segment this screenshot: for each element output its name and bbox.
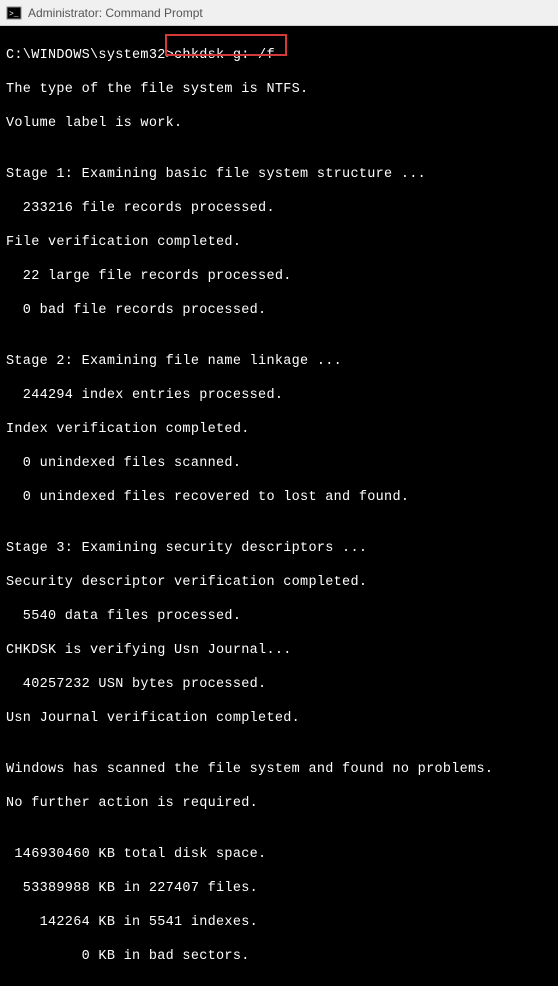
output-line: 244294 index entries processed. (6, 387, 552, 404)
output-line: 0 unindexed files scanned. (6, 455, 552, 472)
output-line: 0 unindexed files recovered to lost and … (6, 489, 552, 506)
output-line: 146930460 KB total disk space. (6, 846, 552, 863)
output-line: 22 large file records processed. (6, 268, 552, 285)
output-line: Windows has scanned the file system and … (6, 761, 552, 778)
cmd-icon: >_ (6, 5, 22, 21)
svg-text:>_: >_ (9, 10, 19, 19)
output-line: Stage 2: Examining file name linkage ... (6, 353, 552, 370)
output-line: 233216 file records processed. (6, 200, 552, 217)
output-line: Index verification completed. (6, 421, 552, 438)
terminal-output[interactable]: C:\WINDOWS\system32>chkdsk g: /f The typ… (0, 26, 558, 986)
output-line: Volume label is work. (6, 115, 552, 132)
output-line: 142264 KB in 5541 indexes. (6, 914, 552, 931)
output-line: 53389988 KB in 227407 files. (6, 880, 552, 897)
output-line: Usn Journal verification completed. (6, 710, 552, 727)
output-line: CHKDSK is verifying Usn Journal... (6, 642, 552, 659)
output-line: File verification completed. (6, 234, 552, 251)
output-line: 40257232 USN bytes processed. (6, 676, 552, 693)
output-line: Stage 3: Examining security descriptors … (6, 540, 552, 557)
output-line: 0 KB in bad sectors. (6, 948, 552, 965)
output-line: 5540 data files processed. (6, 608, 552, 625)
window-title: Administrator: Command Prompt (28, 6, 203, 20)
output-line: 0 bad file records processed. (6, 302, 552, 319)
command-text: chkdsk g: /f (174, 48, 275, 63)
output-line: The type of the file system is NTFS. (6, 81, 552, 98)
output-line: Stage 1: Examining basic file system str… (6, 166, 552, 183)
prompt: C:\WINDOWS\system32> (6, 48, 174, 63)
output-line: Security descriptor verification complet… (6, 574, 552, 591)
output-line: No further action is required. (6, 795, 552, 812)
titlebar[interactable]: >_ Administrator: Command Prompt (0, 0, 558, 26)
